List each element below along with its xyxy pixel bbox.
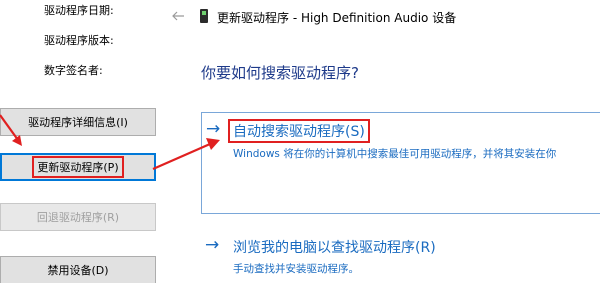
rollback-driver-label: 回退驱动程序(R) [36,211,120,224]
rollback-driver-button: 回退驱动程序(R) [0,203,156,231]
disable-device-label: 禁用设备(D) [47,264,109,277]
auto-search-option[interactable]: → 自动搜索驱动程序(S) Windows 将在你的计算机中搜索最佳可用驱动程序… [201,112,600,214]
arrow-right-icon: → [205,235,220,255]
digital-signer-label: 数字签名者: [44,64,103,77]
driver-date-label: 驱动程序日期: [44,4,114,17]
search-question-heading: 你要如何搜索驱动程序? [201,64,359,82]
driver-details-button[interactable]: 驱动程序详细信息(I) [0,108,156,136]
browse-computer-description: 手动查找并安装驱动程序。 [233,263,359,275]
back-arrow-icon[interactable] [171,9,185,23]
auto-search-title[interactable]: 自动搜索驱动程序(S) [228,119,370,143]
device-properties-pane: 驱动程序日期: 驱动程序版本: 数字签名者: 驱动程序详细信息(I) 更新驱动程… [0,0,163,283]
browse-computer-title[interactable]: 浏览我的电脑以查找驱动程序(R) [233,237,436,257]
audio-device-icon [200,9,208,23]
update-driver-wizard: 更新驱动程序 - High Definition Audio 设备 你要如何搜索… [163,0,600,283]
update-driver-button[interactable]: 更新驱动程序(P) [0,153,156,181]
auto-search-description: Windows 将在你的计算机中搜索最佳可用驱动程序，并将其安装在你 [233,148,557,160]
update-driver-label: 更新驱动程序(P) [32,156,124,178]
arrow-right-icon: → [206,119,221,139]
disable-device-button[interactable]: 禁用设备(D) [0,256,156,283]
driver-details-label: 驱动程序详细信息(I) [28,116,128,129]
wizard-title: 更新驱动程序 - High Definition Audio 设备 [217,11,457,25]
driver-version-label: 驱动程序版本: [44,34,114,47]
